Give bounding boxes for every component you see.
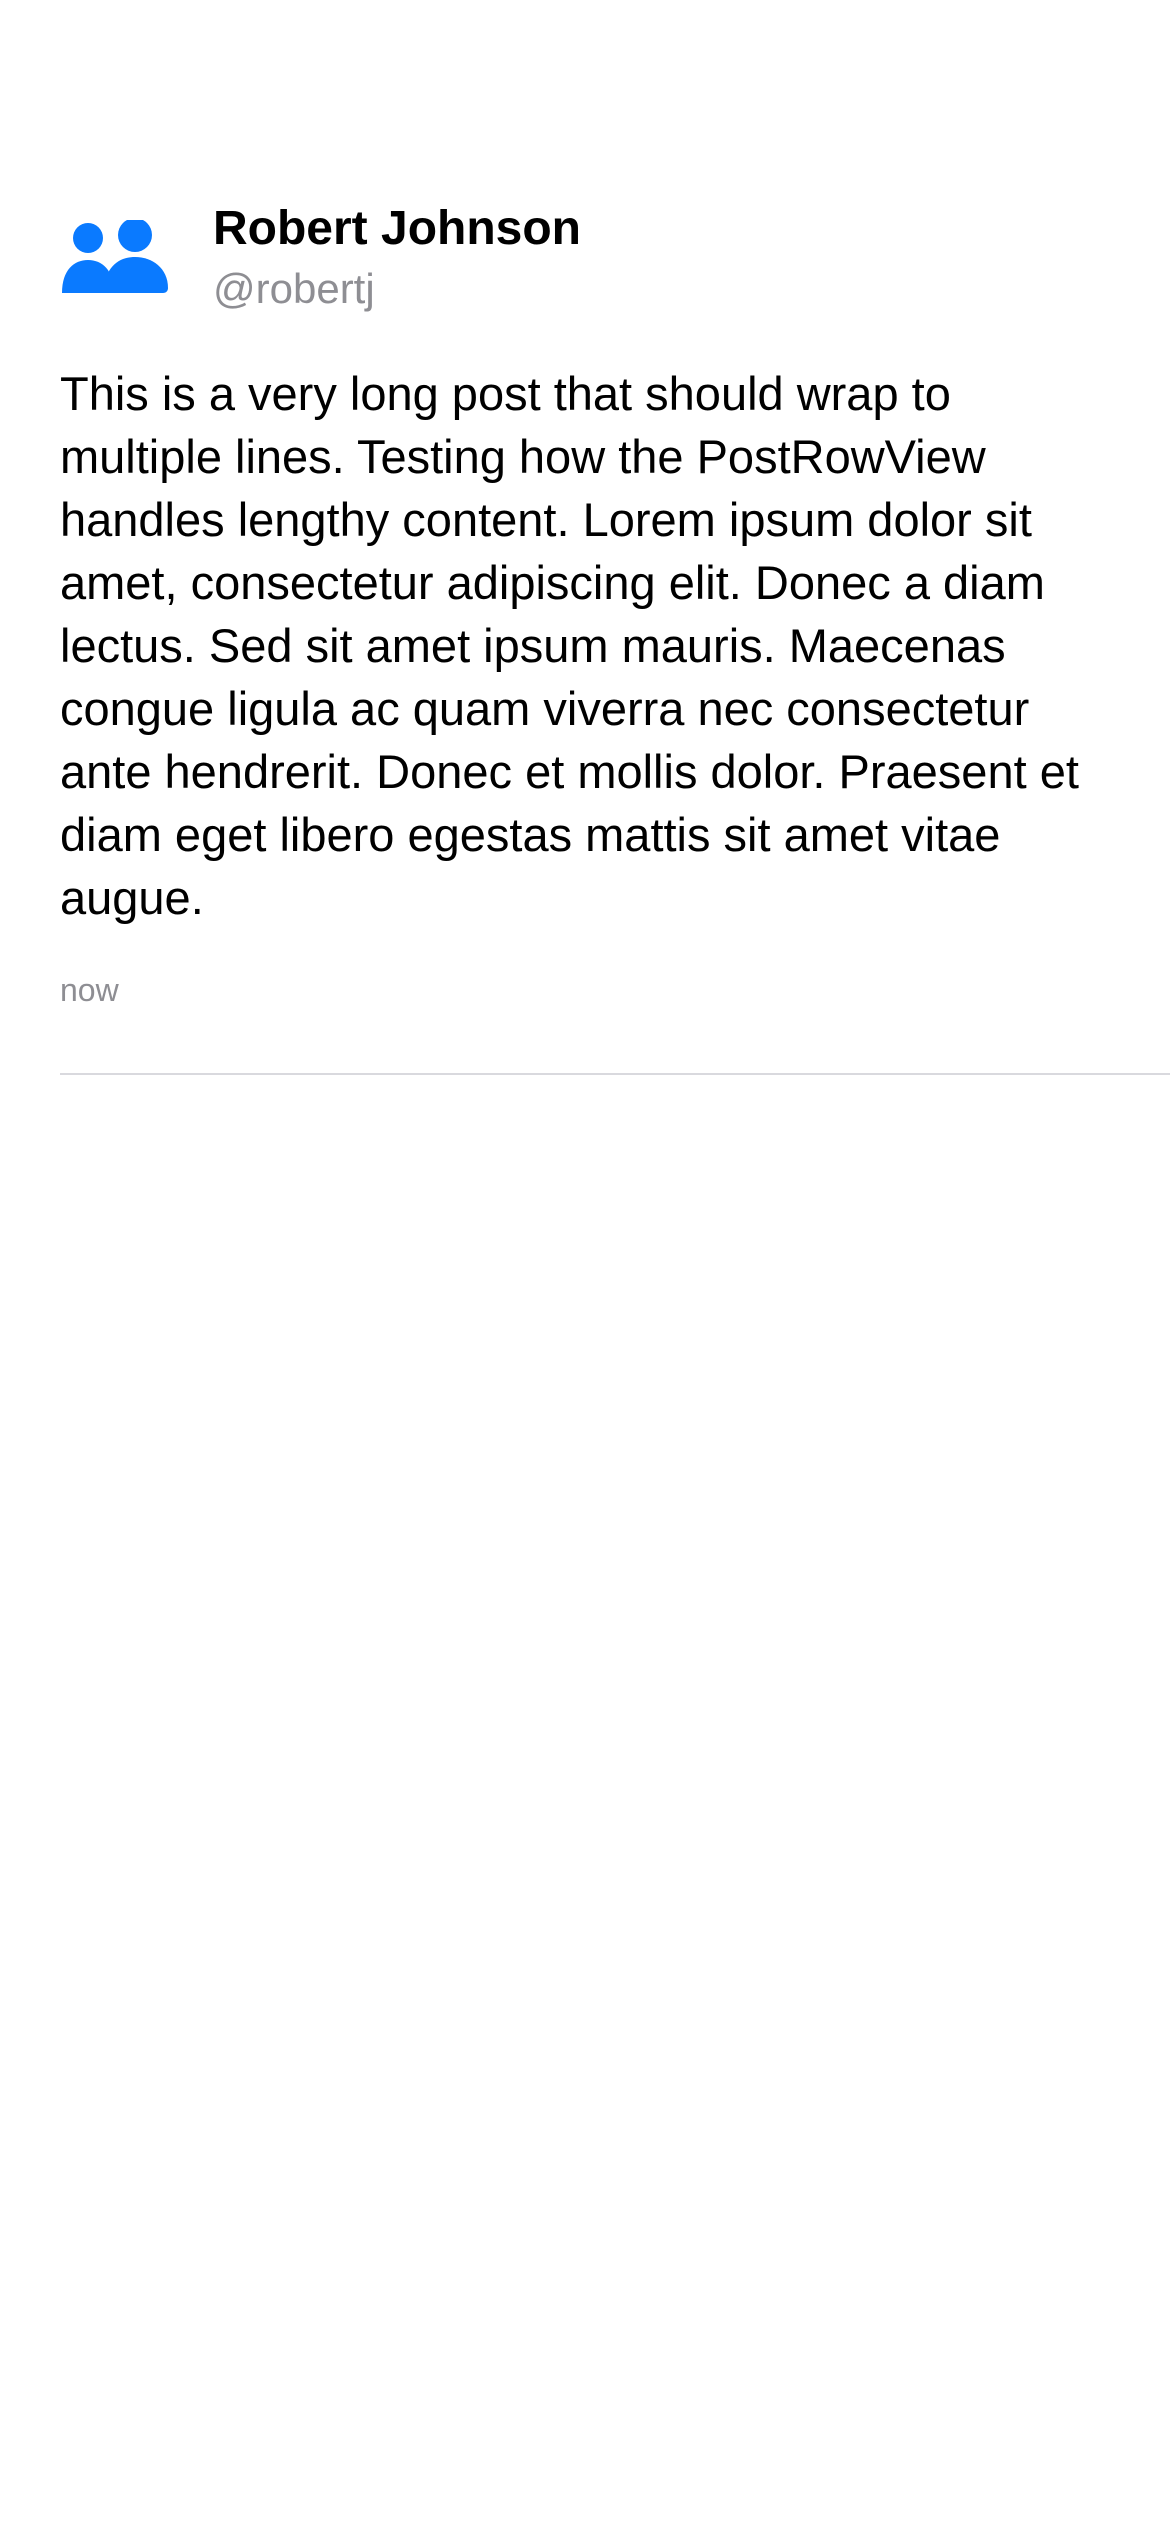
author-handle[interactable]: @robertj bbox=[213, 260, 581, 318]
author-display-name[interactable]: Robert Johnson bbox=[213, 200, 581, 258]
author-info: Robert Johnson @robertj bbox=[213, 200, 581, 318]
post-header: Robert Johnson @robertj bbox=[60, 200, 581, 320]
row-divider bbox=[60, 1073, 1170, 1075]
post-timestamp: now bbox=[60, 972, 119, 1008]
post-body: This is a very long post that should wra… bbox=[60, 367, 1079, 924]
people-icon[interactable] bbox=[60, 220, 180, 320]
